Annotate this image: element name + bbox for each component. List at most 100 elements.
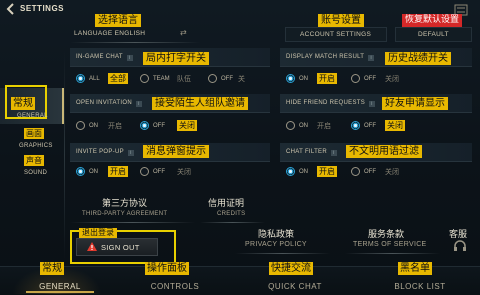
tab-quickchat-cn: 快捷交流 bbox=[269, 262, 313, 275]
chat-filter-on-radio[interactable] bbox=[286, 167, 295, 176]
display-match-off-cn: 关闭 bbox=[385, 75, 399, 83]
ingame-chat-team-radio[interactable] bbox=[140, 74, 149, 83]
chat-filter-on-cn: 开启 bbox=[317, 166, 337, 177]
terms-button[interactable]: TERMS OF SERVICE bbox=[345, 238, 435, 252]
hide-friend-on-label: ON bbox=[299, 123, 308, 129]
display-match-off-label: OFF bbox=[364, 76, 376, 82]
display-match-off-radio[interactable] bbox=[351, 74, 360, 83]
hide-friend-label: HIDE FRIEND REQUESTS i bbox=[286, 100, 376, 107]
info-icon: i bbox=[330, 150, 337, 156]
chevron-left-icon bbox=[6, 3, 14, 15]
tab-general[interactable]: GENERAL bbox=[20, 276, 100, 291]
sign-out-button[interactable]: SIGN OUT bbox=[76, 238, 158, 256]
display-match-label: DISPLAY MATCH RESULT i bbox=[286, 54, 375, 61]
invite-popup-on-label: ON bbox=[89, 169, 98, 175]
support-button[interactable] bbox=[450, 238, 470, 254]
open-invitation-off-cn: 关闭 bbox=[177, 120, 197, 131]
open-invitation-on-label: ON bbox=[89, 123, 98, 129]
default-label: DEFAULT bbox=[418, 31, 449, 38]
tab-general-label: GENERAL bbox=[39, 282, 81, 291]
divider bbox=[235, 253, 330, 254]
sidebar-general-cn: 常规 bbox=[11, 97, 35, 110]
tab-controls-cn: 操作面板 bbox=[145, 262, 189, 275]
invite-popup-off-cn: 关闭 bbox=[177, 168, 191, 176]
third-party-button[interactable]: THIRD-PARTY AGREEMENT bbox=[70, 207, 190, 221]
invite-popup-label: INVITE POP-UP i bbox=[76, 149, 134, 156]
sidebar-graphics-label[interactable]: GRAPHICS bbox=[19, 143, 53, 149]
ingame-chat-all-cn: 全部 bbox=[108, 73, 128, 84]
sidebar-sound-label[interactable]: SOUND bbox=[24, 170, 47, 176]
hide-friend-on-cn: 开启 bbox=[317, 122, 331, 130]
chat-filter-off-label: OFF bbox=[364, 169, 376, 175]
ingame-chat-team-cn: 队伍 bbox=[177, 75, 191, 83]
hide-friend-off-cn: 关闭 bbox=[385, 120, 405, 131]
invite-popup-on-cn: 开启 bbox=[108, 166, 128, 177]
tag-default: 恢复默认设置 bbox=[402, 14, 463, 27]
account-settings-label: ACCOUNT SETTINGS bbox=[300, 31, 372, 38]
divider bbox=[345, 253, 440, 254]
open-invitation-on-cn: 开启 bbox=[108, 122, 122, 130]
sidebar-sound-cn[interactable]: 声音 bbox=[24, 155, 44, 166]
ingame-chat-label: IN-GAME CHAT i bbox=[76, 54, 133, 61]
open-invitation-label: OPEN INVITATION i bbox=[76, 100, 142, 107]
chat-filter-label: CHAT FILTER i bbox=[286, 149, 337, 156]
tag-invite-popup: 消息弹窗提示 bbox=[143, 145, 209, 158]
tag-open-invitation: 接受陌生人组队邀请 bbox=[152, 97, 248, 110]
info-icon: i bbox=[126, 55, 133, 61]
sidebar-general-label: GENERAL bbox=[17, 113, 48, 119]
sidebar-graphics-cn[interactable]: 画面 bbox=[24, 128, 44, 139]
tab-general-cn: 常规 bbox=[40, 262, 64, 275]
divider bbox=[200, 222, 265, 223]
info-icon: i bbox=[369, 101, 376, 107]
hide-friend-off-label: OFF bbox=[364, 123, 376, 129]
swap-icon: ⇄ bbox=[180, 28, 187, 37]
tag-ingame-chat: 局内打字开关 bbox=[143, 52, 209, 65]
back-button[interactable] bbox=[4, 2, 18, 16]
credits-button[interactable]: CREDITS bbox=[205, 207, 260, 221]
tab-quickchat[interactable]: QUICK CHAT bbox=[250, 276, 340, 291]
hide-friend-on-radio[interactable] bbox=[286, 121, 295, 130]
invite-popup-off-label: OFF bbox=[153, 169, 165, 175]
invite-popup-off-radio[interactable] bbox=[140, 167, 149, 176]
ingame-chat-off-cn: 关 bbox=[238, 75, 245, 83]
ingame-chat-all-label: ALL bbox=[89, 76, 100, 82]
headset-icon bbox=[454, 240, 466, 251]
ingame-chat-off-label: OFF bbox=[221, 76, 233, 82]
credits-label: CREDITS bbox=[217, 211, 246, 217]
warning-icon bbox=[87, 242, 97, 251]
tab-blocklist[interactable]: BLOCK LIST bbox=[375, 276, 465, 291]
open-invitation-on-radio[interactable] bbox=[76, 121, 85, 130]
privacy-policy-button[interactable]: PRIVACY POLICY bbox=[235, 238, 325, 252]
open-invitation-off-radio[interactable] bbox=[140, 121, 149, 130]
ingame-chat-team-label: TEAM bbox=[153, 76, 170, 82]
tab-controls-label: CONTROLS bbox=[150, 282, 200, 291]
privacy-label: PRIVACY POLICY bbox=[245, 241, 307, 248]
chat-filter-off-cn: 关闭 bbox=[385, 168, 399, 176]
default-button[interactable]: DEFAULT bbox=[395, 27, 472, 42]
sidebar-divider bbox=[64, 50, 65, 260]
display-match-on-radio[interactable] bbox=[286, 74, 295, 83]
tag-chat-filter: 不文明用语过滤 bbox=[346, 145, 422, 158]
chat-filter-off-radio[interactable] bbox=[351, 167, 360, 176]
info-icon: i bbox=[368, 55, 375, 61]
third-party-label: THIRD-PARTY AGREEMENT bbox=[82, 211, 168, 217]
ingame-chat-all-radio[interactable] bbox=[76, 74, 85, 83]
tag-hide-friend: 好友申请显示 bbox=[382, 97, 448, 110]
display-match-on-cn: 开启 bbox=[317, 73, 337, 84]
tag-display-match: 历史战绩开关 bbox=[385, 52, 451, 65]
account-settings-button[interactable]: ACCOUNT SETTINGS bbox=[285, 27, 387, 42]
tag-language: 选择语言 bbox=[95, 14, 141, 27]
language-selector[interactable]: LANGUAGE ENGLISH ⇄ bbox=[70, 28, 195, 40]
page-title: SETTINGS bbox=[20, 4, 65, 13]
invite-popup-on-radio[interactable] bbox=[76, 167, 85, 176]
terms-label: TERMS OF SERVICE bbox=[353, 241, 427, 248]
tab-blocklist-label: BLOCK LIST bbox=[394, 282, 446, 291]
tab-controls[interactable]: CONTROLS bbox=[130, 276, 220, 291]
chat-filter-on-label: ON bbox=[299, 169, 308, 175]
sign-out-cn: 退出登录 bbox=[79, 228, 117, 238]
hide-friend-off-radio[interactable] bbox=[351, 121, 360, 130]
tag-account: 账号设置 bbox=[318, 14, 364, 27]
ingame-chat-off-radio[interactable] bbox=[208, 74, 217, 83]
divider bbox=[70, 42, 200, 43]
open-invitation-off-label: OFF bbox=[153, 123, 165, 129]
